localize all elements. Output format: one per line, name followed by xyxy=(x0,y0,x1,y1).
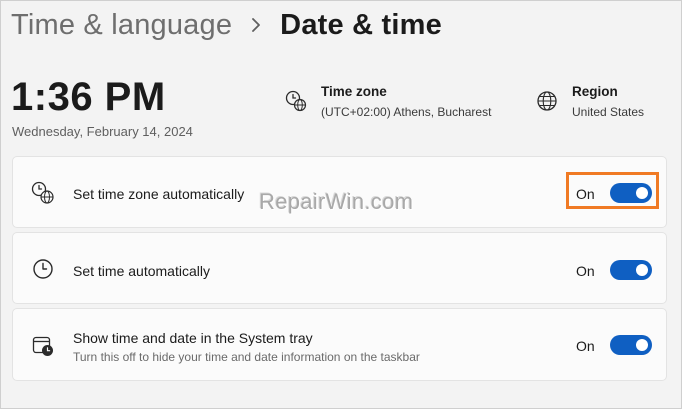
toggle-knob xyxy=(636,339,648,351)
globe-clock-icon xyxy=(285,90,307,112)
time-zone-auto-icon xyxy=(31,181,54,204)
calendar-clock-icon xyxy=(32,336,53,356)
time-auto-toggle[interactable] xyxy=(610,260,652,280)
time-zone-title: Time zone xyxy=(321,84,387,99)
time-zone-auto-toggle[interactable] xyxy=(610,183,652,203)
toggle-state-label: On xyxy=(576,263,595,279)
region-value: United States xyxy=(572,105,645,119)
region-info: Region United States xyxy=(536,83,644,119)
setting-label: Show time and date in the System tray xyxy=(73,330,313,346)
settings-window: Time & language Date & time 1:36 PM Wedn… xyxy=(0,0,682,409)
page-title: Date & time xyxy=(280,8,442,41)
breadcrumb-parent-link[interactable]: Time & language xyxy=(11,9,232,42)
toggle-state-label: On xyxy=(576,186,595,202)
time-zone-info: Time zone (UTC+02:00) Athens, Bucharest xyxy=(285,83,491,119)
time-zone-value: (UTC+02:00) Athens, Bucharest xyxy=(321,105,492,119)
toggle-state-label: On xyxy=(576,338,595,354)
setting-card-system-tray: Show time and date in the System tray Tu… xyxy=(12,308,667,381)
setting-description: Turn this off to hide your time and date… xyxy=(73,350,420,364)
chevron-right-icon xyxy=(252,18,261,32)
setting-card-time-zone-auto: Set time zone automatically On xyxy=(12,156,667,228)
clock-icon xyxy=(33,259,53,279)
toggle-knob xyxy=(636,187,648,199)
region-title: Region xyxy=(572,84,618,99)
breadcrumb: Time & language Date & time xyxy=(11,5,442,45)
setting-label: Set time automatically xyxy=(73,263,210,279)
globe-icon xyxy=(537,91,557,111)
setting-card-time-auto: Set time automatically On xyxy=(12,232,667,304)
current-time: 1:36 PM xyxy=(11,75,166,119)
system-tray-toggle[interactable] xyxy=(610,335,652,355)
setting-label: Set time zone automatically xyxy=(73,186,245,202)
toggle-knob xyxy=(636,264,648,276)
current-date: Wednesday, February 14, 2024 xyxy=(12,124,193,139)
